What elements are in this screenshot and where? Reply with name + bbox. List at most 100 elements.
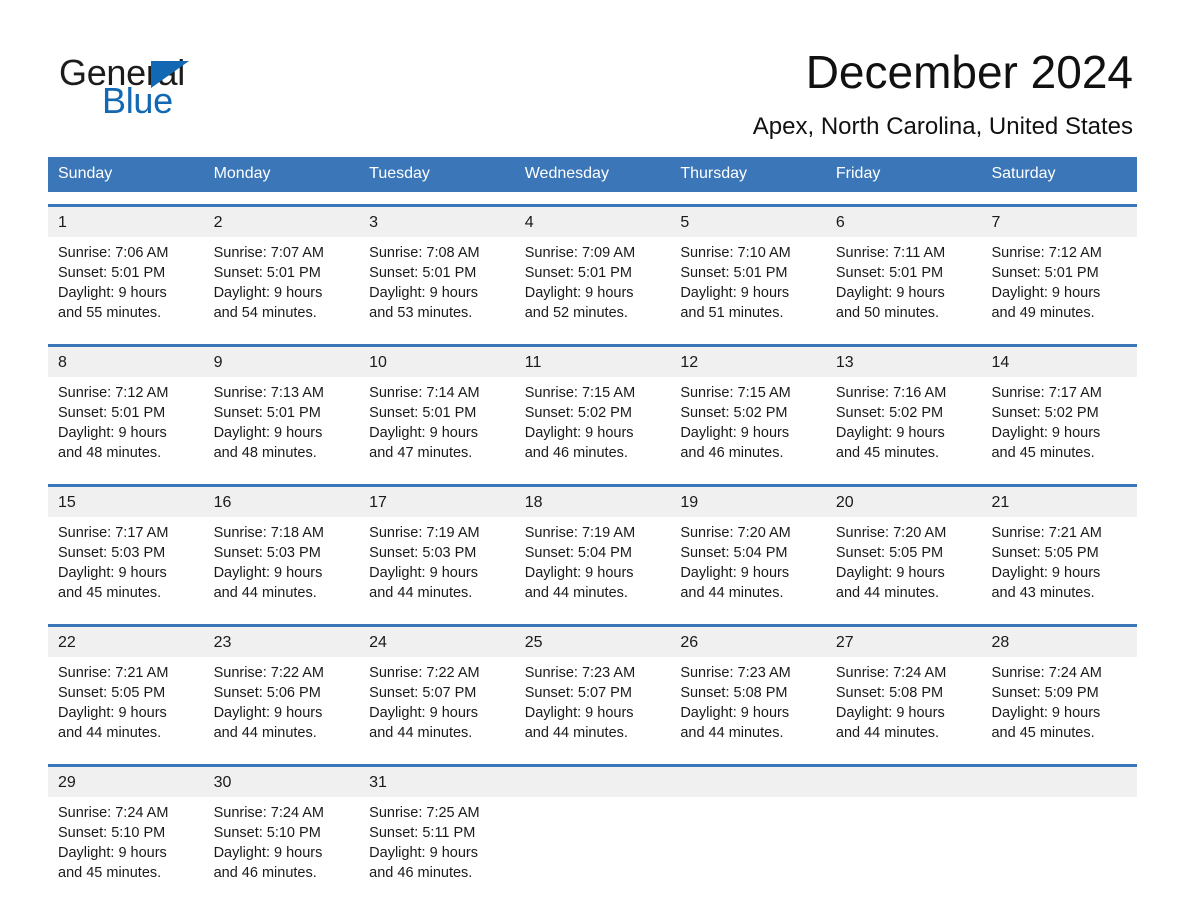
daylight-text-line1: Daylight: 9 hours [58,565,167,581]
weekday-header-row: Sunday Monday Tuesday Wednesday Thursday… [48,157,1137,192]
daylight-text-line2: and 44 minutes. [524,585,628,601]
day-cell[interactable]: Sunrise: 7:21 AM Sunset: 5:05 PM Dayligh… [981,517,1137,612]
day-cell[interactable]: Sunrise: 7:24 AM Sunset: 5:08 PM Dayligh… [826,657,982,752]
day-cell[interactable]: Sunrise: 7:24 AM Sunset: 5:10 PM Dayligh… [48,797,204,892]
day-cell[interactable]: Sunrise: 7:14 AM Sunset: 5:01 PM Dayligh… [359,377,515,472]
day-number[interactable]: 29 [48,767,204,797]
logo-text-blue: Blue [102,80,173,121]
day-number[interactable]: 30 [204,767,360,797]
day-cell[interactable]: Sunrise: 7:12 AM Sunset: 5:01 PM Dayligh… [981,237,1137,332]
day-cell[interactable]: Sunrise: 7:18 AM Sunset: 5:03 PM Dayligh… [204,517,360,612]
day-cell[interactable]: Sunrise: 7:25 AM Sunset: 5:11 PM Dayligh… [359,797,515,892]
day-cell[interactable]: Sunrise: 7:23 AM Sunset: 5:07 PM Dayligh… [515,657,671,752]
daylight-text-line1: Daylight: 9 hours [835,565,945,581]
day-number[interactable]: 31 [359,767,515,797]
daylight-text-line1: Daylight: 9 hours [835,705,945,721]
sunset-text: Sunset: 5:09 PM [991,685,1099,701]
daylight-text-line1: Daylight: 9 hours [58,285,167,301]
daylight-text-line1: Daylight: 9 hours [58,845,167,861]
day-number[interactable]: 26 [670,627,826,657]
day-cell[interactable]: Sunrise: 7:24 AM Sunset: 5:09 PM Dayligh… [981,657,1137,752]
day-number[interactable]: 16 [204,487,360,517]
day-number[interactable]: 13 [826,347,982,377]
day-number[interactable]: 17 [359,487,515,517]
day-cell[interactable]: Sunrise: 7:17 AM Sunset: 5:03 PM Dayligh… [48,517,204,612]
day-cell[interactable]: Sunrise: 7:23 AM Sunset: 5:08 PM Dayligh… [670,657,826,752]
daylight-text-line2: and 44 minutes. [213,585,317,601]
daylight-text-line2: and 45 minutes. [991,445,1095,461]
sunrise-text: Sunrise: 7:08 AM [369,245,480,261]
calendar-week-row: 29 30 31 Sunrise: 7:24 AM Sunset: 5:10 P… [48,764,1137,892]
day-cell[interactable]: Sunrise: 7:20 AM Sunset: 5:05 PM Dayligh… [826,517,982,612]
day-cell[interactable]: Sunrise: 7:08 AM Sunset: 5:01 PM Dayligh… [359,237,515,332]
day-number[interactable]: 24 [359,627,515,657]
sunrise-text: Sunrise: 7:16 AM [835,385,947,401]
daylight-text-line2: and 46 minutes. [369,865,473,881]
sunset-text: Sunset: 5:05 PM [58,685,166,701]
day-number[interactable]: 8 [48,347,204,377]
day-number[interactable]: 7 [981,207,1137,237]
day-cell[interactable]: Sunrise: 7:07 AM Sunset: 5:01 PM Dayligh… [204,237,360,332]
week-date-band: 29 30 31 [48,767,1137,797]
daylight-text-line1: Daylight: 9 hours [369,425,478,441]
sunset-text: Sunset: 5:07 PM [524,685,632,701]
day-number[interactable]: 5 [670,207,826,237]
day-number[interactable]: 23 [204,627,360,657]
day-cell[interactable]: Sunrise: 7:11 AM Sunset: 5:01 PM Dayligh… [826,237,982,332]
day-cell[interactable]: Sunrise: 7:20 AM Sunset: 5:04 PM Dayligh… [670,517,826,612]
week-detail-band: Sunrise: 7:17 AM Sunset: 5:03 PM Dayligh… [48,517,1137,612]
daylight-text-line2: and 48 minutes. [58,445,162,461]
weekday-header-friday: Friday [835,165,881,182]
day-cell[interactable]: Sunrise: 7:10 AM Sunset: 5:01 PM Dayligh… [670,237,826,332]
day-cell[interactable]: Sunrise: 7:19 AM Sunset: 5:03 PM Dayligh… [359,517,515,612]
sunset-text: Sunset: 5:03 PM [213,545,321,561]
day-cell[interactable]: Sunrise: 7:12 AM Sunset: 5:01 PM Dayligh… [48,377,204,472]
day-cell[interactable]: Sunrise: 7:19 AM Sunset: 5:04 PM Dayligh… [515,517,671,612]
daylight-text-line1: Daylight: 9 hours [58,425,167,441]
sunrise-text: Sunrise: 7:25 AM [369,805,480,821]
day-number[interactable]: 21 [981,487,1137,517]
day-number[interactable]: 4 [515,207,671,237]
daylight-text-line1: Daylight: 9 hours [213,285,323,301]
day-number[interactable]: 27 [826,627,982,657]
day-cell[interactable]: Sunrise: 7:15 AM Sunset: 5:02 PM Dayligh… [515,377,671,472]
day-number[interactable]: 10 [359,347,515,377]
day-number[interactable]: 18 [515,487,671,517]
day-cell[interactable]: Sunrise: 7:22 AM Sunset: 5:06 PM Dayligh… [204,657,360,752]
day-cell[interactable]: Sunrise: 7:06 AM Sunset: 5:01 PM Dayligh… [48,237,204,332]
daylight-text-line1: Daylight: 9 hours [680,285,790,301]
day-cell[interactable]: Sunrise: 7:22 AM Sunset: 5:07 PM Dayligh… [359,657,515,752]
page-title: December 2024 [805,46,1133,98]
day-number[interactable]: 15 [48,487,204,517]
weekday-header-thursday: Thursday [680,165,748,182]
day-number[interactable]: 19 [670,487,826,517]
day-number[interactable]: 28 [981,627,1137,657]
day-number[interactable]: 2 [204,207,360,237]
daylight-text-line1: Daylight: 9 hours [524,565,634,581]
day-number[interactable]: 3 [359,207,515,237]
day-cell[interactable]: Sunrise: 7:16 AM Sunset: 5:02 PM Dayligh… [826,377,982,472]
sunrise-text: Sunrise: 7:12 AM [991,245,1102,261]
location-subtitle: Apex, North Carolina, United States [752,113,1133,140]
sunset-text: Sunset: 5:01 PM [213,405,321,421]
day-cell[interactable]: Sunrise: 7:13 AM Sunset: 5:01 PM Dayligh… [204,377,360,472]
day-number[interactable]: 1 [48,207,204,237]
day-number[interactable]: 12 [670,347,826,377]
day-number[interactable]: 20 [826,487,982,517]
day-cell-empty [981,797,1137,892]
day-cell[interactable]: Sunrise: 7:24 AM Sunset: 5:10 PM Dayligh… [204,797,360,892]
day-number[interactable]: 11 [515,347,671,377]
day-number[interactable]: 14 [981,347,1137,377]
day-cell[interactable]: Sunrise: 7:15 AM Sunset: 5:02 PM Dayligh… [670,377,826,472]
day-number[interactable]: 6 [826,207,982,237]
day-number[interactable]: 22 [48,627,204,657]
day-number[interactable]: 25 [515,627,671,657]
day-cell[interactable]: Sunrise: 7:09 AM Sunset: 5:01 PM Dayligh… [515,237,671,332]
daylight-text-line1: Daylight: 9 hours [680,705,790,721]
sunrise-text: Sunrise: 7:22 AM [213,665,324,681]
day-cell[interactable]: Sunrise: 7:17 AM Sunset: 5:02 PM Dayligh… [981,377,1137,472]
day-cell[interactable]: Sunrise: 7:21 AM Sunset: 5:05 PM Dayligh… [48,657,204,752]
daylight-text-line1: Daylight: 9 hours [680,425,790,441]
day-number[interactable]: 9 [204,347,360,377]
week-date-band: 8 9 10 11 12 13 14 [48,347,1137,377]
